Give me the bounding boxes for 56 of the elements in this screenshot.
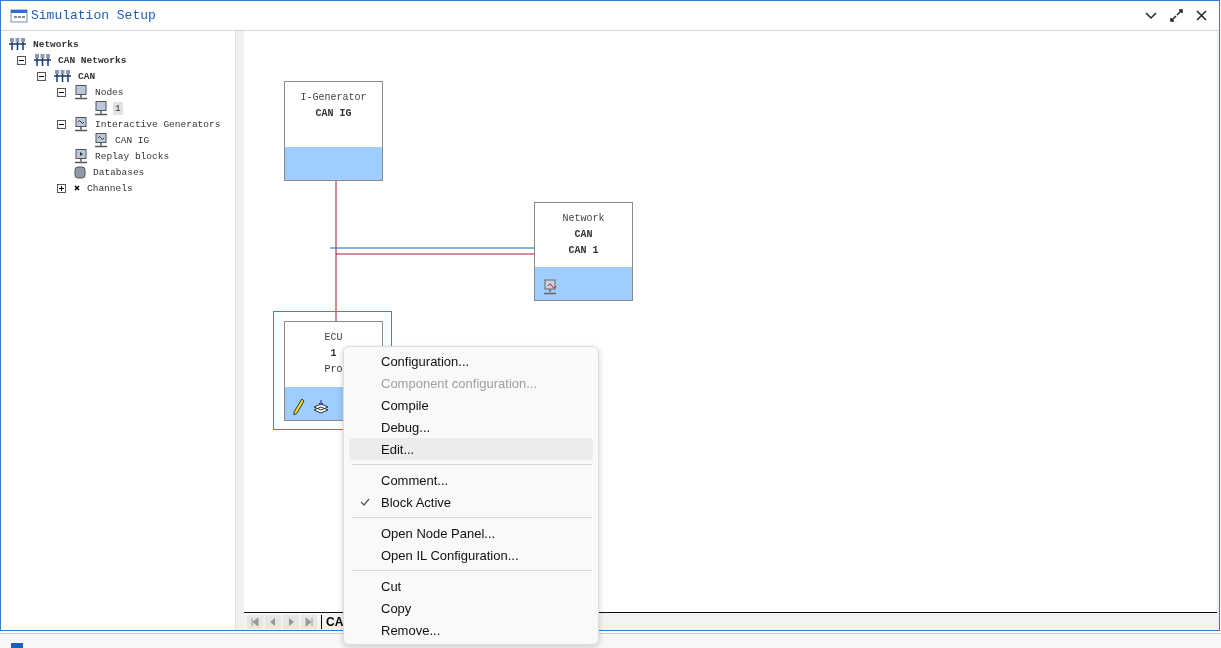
panel-icon (10, 642, 24, 648)
menu-item[interactable]: Comment... (349, 469, 593, 491)
window-icon (10, 8, 28, 23)
block-name: CAN IG (315, 108, 352, 119)
tree-item[interactable]: Nodes (93, 85, 126, 99)
tree-item[interactable]: Channels (85, 181, 135, 195)
block-type: I-Generator (300, 92, 367, 103)
previous-page-icon[interactable] (265, 614, 281, 629)
channel-icon (74, 185, 80, 191)
block-type: ECU (324, 332, 343, 343)
last-page-icon[interactable] (301, 614, 317, 629)
collapse-toggle[interactable] (57, 119, 66, 129)
node-block[interactable]: I-Generator CAN IG (284, 81, 383, 181)
block-subtitle: CAN 1 (568, 245, 599, 256)
menu-item[interactable]: Block Active (349, 491, 593, 513)
wave-monitor-icon (74, 116, 88, 132)
tree-item[interactable]: 1 (113, 101, 123, 115)
network-icon (54, 69, 71, 83)
computer-icon (74, 84, 88, 100)
play-monitor-icon (74, 148, 88, 164)
expand-toggle[interactable] (57, 183, 66, 193)
tree-item[interactable]: Networks (31, 37, 81, 51)
chevron-down-icon[interactable] (1145, 11, 1157, 20)
network-icon (34, 53, 51, 67)
menu-item[interactable]: Copy (349, 597, 593, 619)
collapse-toggle[interactable] (37, 71, 46, 81)
first-page-icon[interactable] (247, 614, 263, 629)
collapse-toggle[interactable] (57, 87, 66, 97)
close-icon[interactable] (1196, 10, 1207, 21)
stack-icon[interactable] (313, 400, 329, 416)
collapse-toggle[interactable] (17, 55, 26, 65)
next-page-icon[interactable] (283, 614, 299, 629)
network-icon (9, 37, 26, 51)
tree-item[interactable]: CAN (76, 69, 98, 83)
block-name: CAN (574, 229, 593, 240)
database-icon (74, 165, 86, 179)
menu-item[interactable]: Remove... (349, 619, 593, 641)
block-type: Network (562, 213, 605, 224)
menu-item[interactable]: Open Node Panel... (349, 522, 593, 544)
computer-icon (94, 100, 108, 116)
tree-item[interactable]: Replay blocks (93, 149, 172, 163)
menu-item[interactable]: Open IL Configuration... (349, 544, 593, 566)
wave-monitor-icon (94, 132, 108, 148)
block-name: 1 (330, 348, 337, 359)
menu-item[interactable]: Cut (349, 575, 593, 597)
maximize-icon[interactable] (1170, 9, 1183, 22)
window-title: Simulation Setup (31, 8, 156, 23)
tree-item[interactable]: Interactive Generators (93, 117, 223, 131)
pencil-icon[interactable] (293, 398, 305, 416)
tree-item[interactable]: CAN IG (113, 133, 152, 147)
menu-item[interactable]: Edit... (349, 438, 593, 460)
block-subtitle: Pro (324, 364, 343, 375)
tree-item[interactable]: Databases (91, 165, 147, 179)
node-block[interactable]: Network CAN CAN 1 (534, 202, 633, 301)
tree-item[interactable]: CAN Networks (56, 53, 129, 67)
check-icon (360, 498, 370, 506)
